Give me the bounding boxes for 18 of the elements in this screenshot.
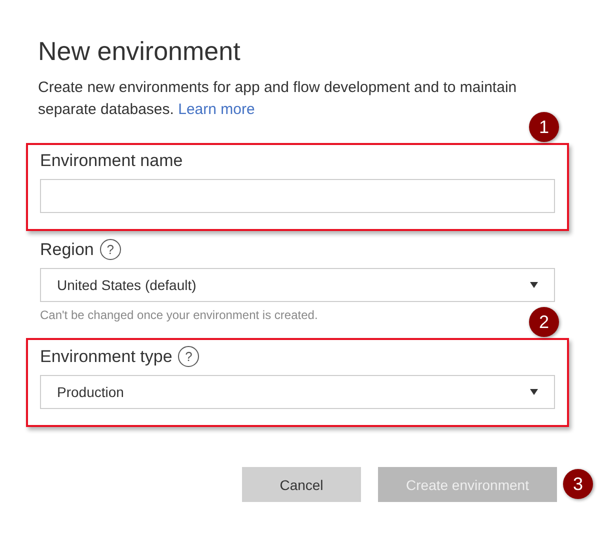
- hint-text: Can't be changed once your environment is created.: [40, 308, 318, 322]
- description-text: Create new environments for app and flow development and to maintain separate databases. Learn more: [38, 78, 518, 120]
- text-input[interactable]: [40, 179, 555, 213]
- dropdown[interactable]: United States (default): [40, 268, 555, 302]
- help-icon[interactable]: ?: [178, 346, 200, 367]
- step-badge: 2: [529, 307, 559, 337]
- dropdown[interactable]: Production: [40, 375, 555, 409]
- learn-more-link[interactable]: Learn more: [178, 101, 255, 118]
- caret-icon: [530, 282, 538, 288]
- step-badge: 1: [529, 112, 559, 142]
- field-label: Environment name: [40, 151, 183, 171]
- caret-icon: [530, 389, 538, 395]
- step-badge: 3: [563, 469, 593, 499]
- field-label: Region: [40, 240, 94, 260]
- cancel-button[interactable]: Cancel: [242, 467, 361, 502]
- dialog-title: New environment: [38, 36, 242, 67]
- field-label: Environment type: [40, 346, 172, 366]
- help-icon[interactable]: ?: [100, 239, 121, 260]
